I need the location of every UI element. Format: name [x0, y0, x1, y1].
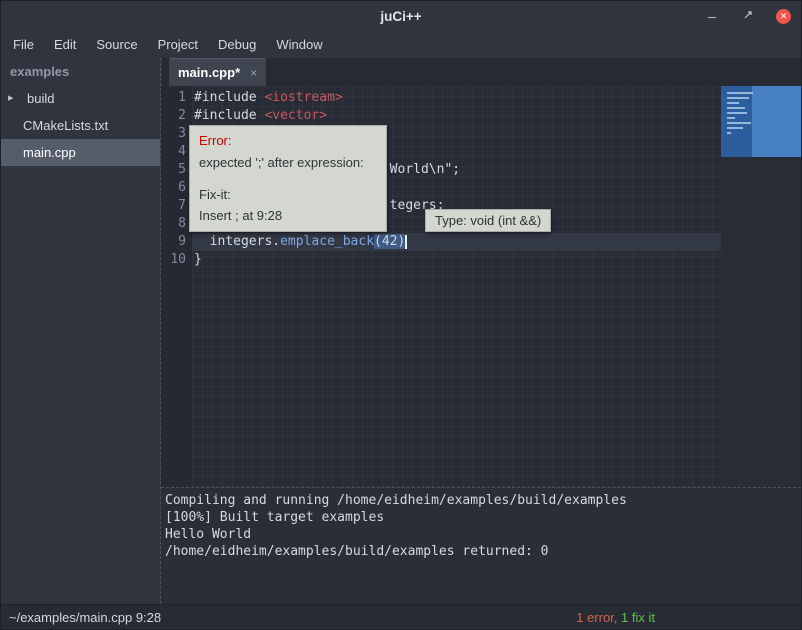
line-number: 9 — [161, 233, 186, 251]
error-tooltip-message: expected ';' after expression: — [199, 155, 377, 170]
code-line-10: } — [192, 251, 721, 269]
line-number: 10 — [161, 251, 186, 269]
minimap-code-mark — [727, 92, 753, 94]
minimize-button[interactable]: – — [704, 8, 720, 24]
terminal-line: /home/eidheim/examples/build/examples re… — [165, 543, 801, 560]
error-tooltip-fixit-text: Insert ; at 9:28 — [199, 208, 377, 223]
line-number: 2 — [161, 107, 186, 125]
minimap-code-mark — [727, 127, 743, 129]
minimap-code-mark — [727, 112, 747, 114]
code-token: #include — [194, 108, 264, 123]
juci-window: juCi++ – ✕ FileEditSourceProjectDebugWin… — [0, 0, 802, 630]
code-token: emplace_back — [280, 234, 374, 249]
text-cursor — [405, 235, 407, 249]
status-file-location: ~/examples/main.cpp 9:28 — [1, 610, 161, 625]
error-tooltip: Error: expected ';' after expression: Fi… — [189, 125, 387, 232]
tab-label: main.cpp* — [178, 65, 240, 80]
source-overview-map[interactable] — [721, 86, 802, 157]
file-tree: ▸ build CMakeLists.txt main.cpp — [1, 85, 160, 166]
status-separator: , — [614, 610, 621, 625]
minimize-icon: – — [708, 8, 716, 24]
code-line-1: #include <iostream> — [192, 89, 721, 107]
type-tooltip: Type: void (int &&) — [425, 209, 551, 232]
code-token: #include — [194, 90, 264, 105]
menu-window[interactable]: Window — [266, 31, 332, 58]
tree-item-label: CMakeLists.txt — [23, 118, 108, 133]
restore-icon — [742, 9, 754, 24]
minimap-code-mark — [727, 132, 731, 134]
tree-item-main-cpp[interactable]: main.cpp — [1, 139, 160, 166]
code-token: World\n"; — [390, 162, 460, 177]
terminal-line: [100%] Built target examples — [165, 509, 801, 526]
sidebar: examples ▸ build CMakeLists.txt main.cpp — [1, 58, 161, 604]
line-number-gutter: 12345678910 — [161, 86, 192, 487]
code-token: <vector> — [264, 108, 327, 123]
error-tooltip-title: Error: — [199, 133, 377, 148]
menu-project[interactable]: Project — [148, 31, 208, 58]
minimap-code-mark — [727, 117, 735, 119]
menu-edit[interactable]: Edit — [44, 31, 86, 58]
menu-debug[interactable]: Debug — [208, 31, 266, 58]
menu-file[interactable]: File — [3, 31, 44, 58]
tree-item-label: main.cpp — [23, 145, 76, 160]
status-fixit-count: 1 fix it — [621, 610, 655, 625]
minimap-code-mark — [727, 107, 745, 109]
line-number: 5 — [161, 161, 186, 179]
line-number: 4 — [161, 143, 186, 161]
code-line-9: integers.emplace_back(42) — [192, 233, 721, 251]
menubar: FileEditSourceProjectDebugWindow — [1, 31, 801, 58]
minimap-code-mark — [727, 102, 739, 104]
status-error-count: 1 error — [576, 610, 614, 625]
window-controls: – ✕ — [704, 1, 791, 31]
terminal-output[interactable]: Compiling and running /home/eidheim/exam… — [161, 487, 801, 604]
status-diagnostics: 1 error, 1 fix it — [576, 610, 655, 625]
line-number: 1 — [161, 89, 186, 107]
menu-source[interactable]: Source — [86, 31, 147, 58]
terminal-line: Hello World — [165, 526, 801, 543]
window-title: juCi++ — [380, 9, 421, 24]
titlebar[interactable]: juCi++ – ✕ — [1, 1, 801, 31]
line-number: 3 — [161, 125, 186, 143]
statusbar: ~/examples/main.cpp 9:28 1 error, 1 fix … — [1, 604, 801, 629]
tabbar: main.cpp* × — [162, 58, 801, 86]
terminal-line: Compiling and running /home/eidheim/exam… — [165, 492, 801, 509]
tab-close-icon[interactable]: × — [250, 67, 257, 79]
minimap-code-mark — [727, 97, 749, 99]
restore-button[interactable] — [740, 8, 756, 24]
minimap-code-mark — [727, 122, 751, 124]
line-number: 8 — [161, 215, 186, 233]
tree-item-build[interactable]: ▸ build — [1, 85, 160, 112]
error-tooltip-fixit-label: Fix-it: — [199, 187, 377, 202]
line-number: 6 — [161, 179, 186, 197]
tree-item-label: build — [27, 91, 54, 106]
tab-main-cpp[interactable]: main.cpp* × — [169, 58, 266, 86]
line-number: 7 — [161, 197, 186, 215]
code-token: <iostream> — [264, 90, 342, 105]
close-button[interactable]: ✕ — [776, 9, 791, 24]
code-line-2: #include <vector> — [192, 107, 721, 125]
tree-item-cmakelists-txt[interactable]: CMakeLists.txt — [1, 112, 160, 139]
code-token: integers — [194, 234, 272, 249]
close-icon: ✕ — [780, 11, 788, 22]
code-token: } — [194, 252, 202, 267]
sidebar-header: examples — [1, 58, 160, 85]
type-tooltip-text: Type: void (int &&) — [435, 213, 541, 228]
bracket-match-highlight: (42) — [374, 234, 405, 249]
chevron-right-icon[interactable]: ▸ — [8, 85, 14, 112]
code-token: . — [272, 234, 280, 249]
